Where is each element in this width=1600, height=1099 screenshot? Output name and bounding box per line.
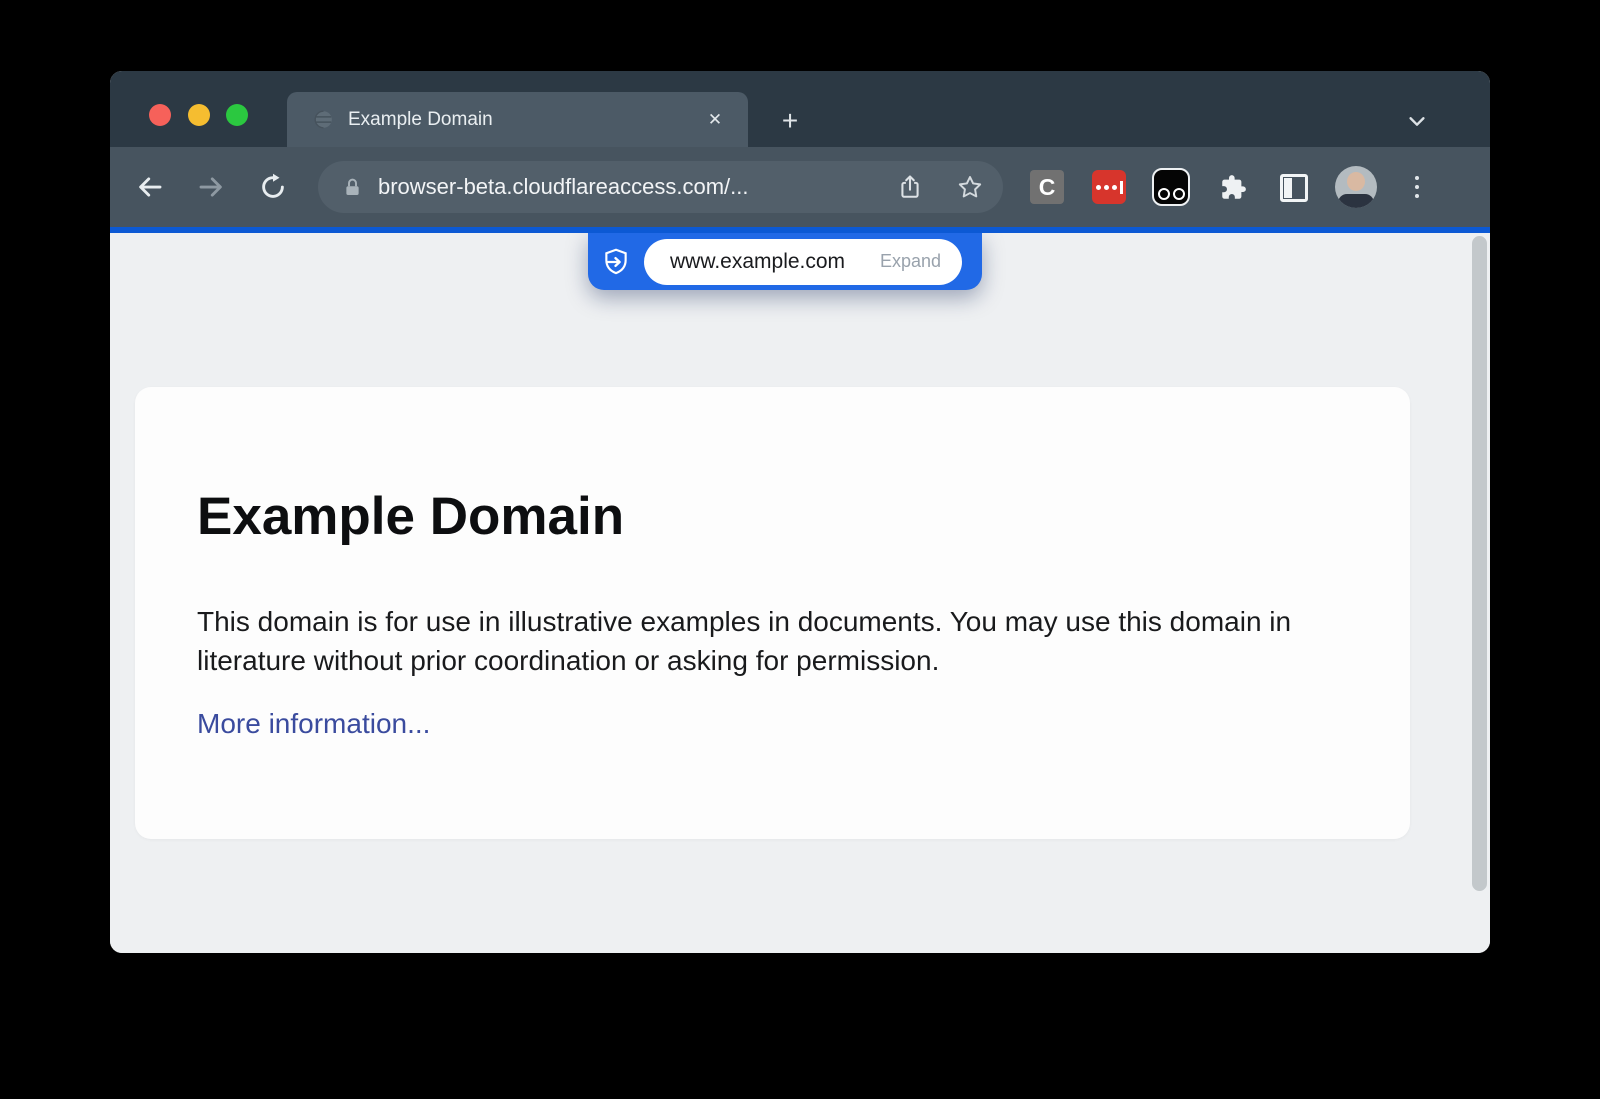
circle-glyph bbox=[1158, 188, 1170, 200]
avatar-body bbox=[1338, 194, 1374, 208]
dark-extension-icon[interactable] bbox=[1152, 168, 1190, 206]
page-paragraph: This domain is for use in illustrative e… bbox=[197, 602, 1349, 680]
more-information-link[interactable]: More information... bbox=[197, 708, 430, 740]
isolation-banner[interactable]: www.example.com Expand bbox=[588, 233, 982, 290]
side-panel-fill bbox=[1284, 178, 1292, 198]
share-icon[interactable] bbox=[897, 174, 923, 200]
new-tab-button[interactable]: + bbox=[770, 101, 810, 141]
extensions-puzzle-button[interactable] bbox=[1216, 170, 1250, 204]
isolated-hostname: www.example.com bbox=[670, 250, 845, 274]
lastpass-cursor-bar bbox=[1120, 181, 1123, 194]
profile-avatar[interactable] bbox=[1335, 166, 1377, 208]
circle-glyph bbox=[1173, 188, 1185, 200]
page-viewport: www.example.com Expand Example Domain Th… bbox=[110, 233, 1490, 953]
menu-dot bbox=[1415, 194, 1420, 199]
scrollbar-thumb[interactable] bbox=[1472, 236, 1487, 891]
traffic-light-minimize[interactable] bbox=[188, 104, 210, 126]
tab-example-domain[interactable]: Example Domain ✕ bbox=[287, 92, 748, 147]
lastpass-extension-icon[interactable] bbox=[1092, 170, 1126, 204]
tab-strip: Example Domain ✕ + bbox=[110, 71, 1490, 147]
tab-search-chevron-button[interactable] bbox=[1398, 102, 1436, 140]
expand-button[interactable]: Expand bbox=[880, 251, 941, 272]
shield-arrow-icon bbox=[601, 247, 631, 277]
chevron-down-icon bbox=[1406, 110, 1428, 132]
globe-favicon-icon bbox=[313, 109, 334, 130]
isolation-hostname-pill[interactable]: www.example.com Expand bbox=[644, 239, 962, 285]
lastpass-dot bbox=[1104, 185, 1109, 190]
example-domain-card: Example Domain This domain is for use in… bbox=[135, 387, 1410, 839]
forward-button[interactable] bbox=[189, 165, 233, 209]
tab-title: Example Domain bbox=[348, 109, 702, 131]
puzzle-icon bbox=[1220, 174, 1247, 201]
url-text: browser-beta.cloudflareaccess.com/... bbox=[378, 174, 897, 200]
back-arrow-icon bbox=[135, 172, 165, 202]
toolbar: browser-beta.cloudflareaccess.com/... C bbox=[110, 147, 1490, 227]
tab-close-icon[interactable]: ✕ bbox=[702, 107, 728, 133]
browser-menu-button[interactable] bbox=[1404, 165, 1430, 209]
side-panel-button[interactable] bbox=[1280, 174, 1308, 202]
traffic-light-zoom[interactable] bbox=[226, 104, 248, 126]
bookmark-star-icon[interactable] bbox=[957, 174, 983, 200]
back-button[interactable] bbox=[128, 165, 172, 209]
lastpass-dot bbox=[1112, 185, 1117, 190]
browser-window: Example Domain ✕ + bbox=[110, 71, 1490, 953]
lastpass-dot bbox=[1096, 185, 1101, 190]
lock-icon bbox=[342, 177, 363, 198]
forward-arrow-icon bbox=[196, 172, 226, 202]
menu-dot bbox=[1415, 185, 1420, 190]
traffic-light-close[interactable] bbox=[149, 104, 171, 126]
reload-icon bbox=[258, 172, 288, 202]
page-title: Example Domain bbox=[197, 387, 1410, 548]
extension-c-icon[interactable]: C bbox=[1030, 170, 1064, 204]
menu-dot bbox=[1415, 176, 1420, 181]
reload-button[interactable] bbox=[251, 165, 295, 209]
address-bar[interactable]: browser-beta.cloudflareaccess.com/... bbox=[318, 161, 1003, 213]
avatar-head bbox=[1347, 172, 1365, 191]
